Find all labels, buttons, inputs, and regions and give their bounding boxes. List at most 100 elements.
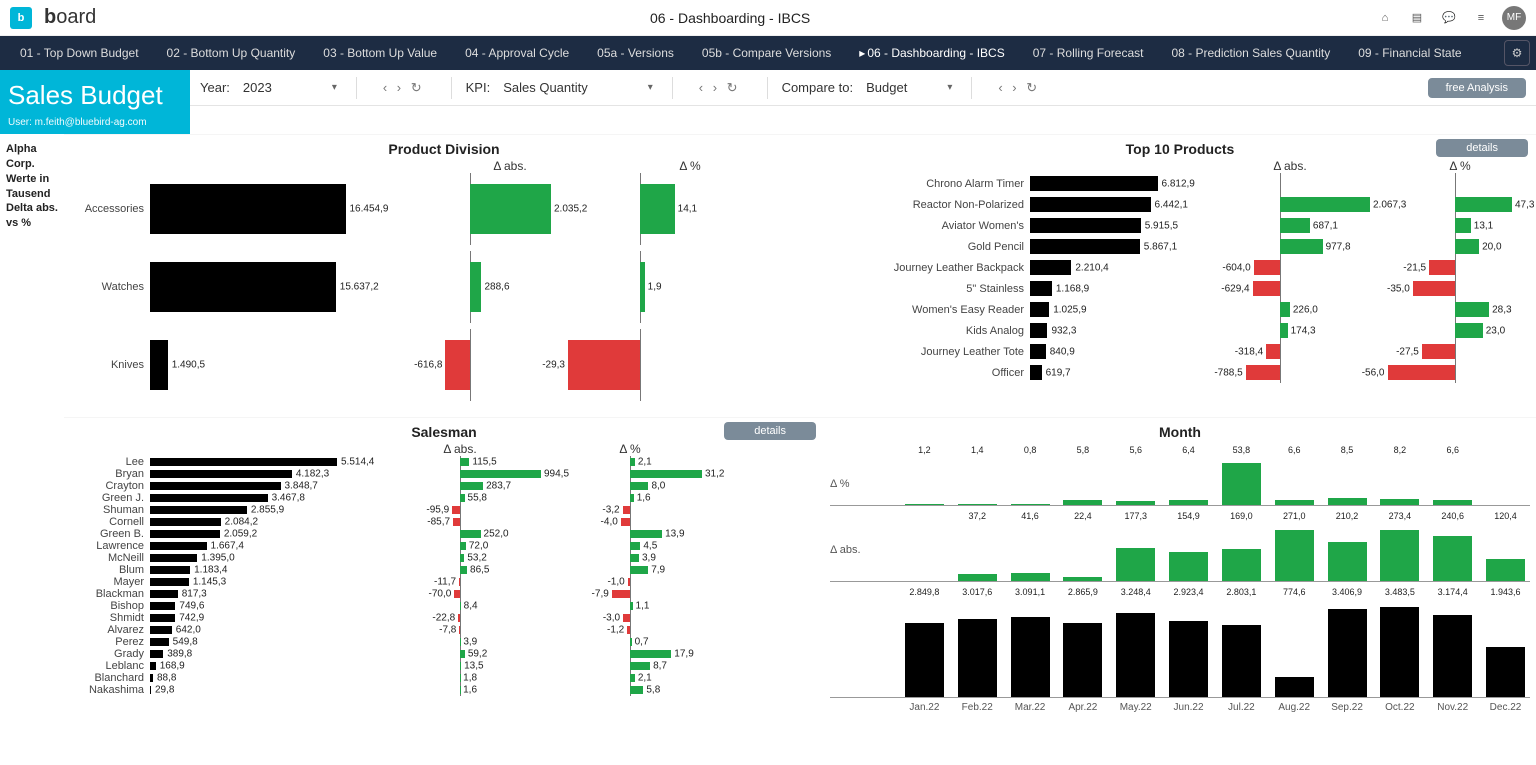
category-label: Knives — [70, 359, 150, 371]
bar-row: Green B.2.059,2252,013,9 — [70, 528, 818, 540]
month-col: 8,2 — [1375, 445, 1424, 505]
bar-row: Knives1.490,5-616,8-29,3 — [70, 329, 818, 401]
kpi-nav[interactable]: ‹ › ↻ — [699, 80, 741, 96]
category-label: Shuman — [70, 504, 150, 516]
tab[interactable]: 05a - Versions — [583, 36, 688, 70]
panel-product-division: Product Division Δ abs.Δ % Accessories16… — [64, 134, 824, 417]
month-col: 22,4 — [1058, 511, 1107, 581]
bar-row: Gold Pencil5.867,1977,820,0 — [830, 236, 1530, 257]
month-col: 3.174,4 — [1428, 587, 1477, 697]
brand-word: board — [44, 6, 96, 29]
category-label: Journey Leather Backpack — [830, 262, 1030, 274]
month-col: 240,6 — [1428, 511, 1477, 581]
avatar[interactable]: MF — [1502, 6, 1526, 30]
layers-icon[interactable]: ▤ — [1406, 7, 1428, 29]
row-label-abs: Δ abs. — [830, 544, 861, 556]
details-button[interactable]: details — [724, 422, 816, 440]
bar-row: Lee5.514,4115,52,1 — [70, 456, 818, 468]
month-col: 120,4 — [1481, 511, 1530, 581]
bar-row: 5" Stainless1.168,9-629,4-35,0 — [830, 278, 1530, 299]
category-label: Perez — [70, 636, 150, 648]
nav-tabs: 01 - Top Down Budget02 - Bottom Up Quant… — [0, 36, 1536, 70]
year-select[interactable]: 2023▾ — [238, 79, 342, 96]
month-label: Dec.22 — [1481, 698, 1530, 713]
month-col: 41,6 — [1006, 511, 1055, 581]
category-label: Leblanc — [70, 660, 150, 672]
tab[interactable]: 09 - Financial State — [1344, 36, 1475, 70]
bar-row: Blum1.183,486,57,9 — [70, 564, 818, 576]
tab[interactable]: 05b - Compare Versions — [688, 36, 845, 70]
month-label: Nov.22 — [1428, 698, 1477, 713]
bar-row: Chrono Alarm Timer6.812,9 — [830, 173, 1530, 194]
chat-icon[interactable]: 💬 — [1438, 7, 1460, 29]
year-nav[interactable]: ‹ › ↻ — [383, 80, 425, 96]
bar-row: Lawrence1.667,472,04,5 — [70, 540, 818, 552]
tab[interactable]: 07 - Rolling Forecast — [1019, 36, 1158, 70]
category-label: Crayton — [70, 480, 150, 492]
company-label: Alpha Corp. — [6, 142, 58, 172]
category-label: Mayer — [70, 576, 150, 588]
month-col: 154,9 — [1164, 511, 1213, 581]
month-col: 5,8 — [1058, 445, 1107, 505]
chart-title: Product Division — [70, 141, 818, 157]
tab[interactable]: 08 - Prediction Sales Quantity — [1157, 36, 1344, 70]
user-label: User: m.feith@bluebird-ag.com — [8, 117, 182, 128]
tab[interactable]: 03 - Bottom Up Value — [309, 36, 451, 70]
bar-row: Cornell2.084,2-85,7-4,0 — [70, 516, 818, 528]
month-label: Jun.22 — [1164, 698, 1213, 713]
category-label: Cornell — [70, 516, 150, 528]
month-col: 6,6 — [1428, 445, 1477, 505]
panel-salesman: details Salesman Δ abs.Δ % Lee5.514,4115… — [64, 417, 824, 723]
category-label: Shmidt — [70, 612, 150, 624]
month-col: 2.849,8 — [900, 587, 949, 697]
month-col: 6,4 — [1164, 445, 1213, 505]
category-label: Accessories — [70, 203, 150, 215]
compare-label: Compare to: — [782, 80, 854, 95]
category-label: Green B. — [70, 528, 150, 540]
bar-row: Women's Easy Reader1.025,9226,028,3 — [830, 299, 1530, 320]
compare-select[interactable]: Budget▾ — [861, 79, 957, 96]
bar-row: Nakashima29,81,65,8 — [70, 684, 818, 696]
settings-icon[interactable]: ⚙ — [1504, 40, 1530, 66]
category-label: Blanchard — [70, 672, 150, 684]
free-analysis-button[interactable]: free Analysis — [1428, 78, 1526, 98]
month-col: 2.803,1 — [1217, 587, 1266, 697]
kpi-select[interactable]: Sales Quantity▾ — [498, 79, 658, 96]
year-label: Year: — [200, 80, 230, 95]
bar-row: Reactor Non-Polarized6.442,12.067,347,3 — [830, 194, 1530, 215]
category-label: 5" Stainless — [830, 283, 1030, 295]
bar-row: Accessories16.454,92.035,214,1 — [70, 173, 818, 245]
tab[interactable]: 01 - Top Down Budget — [6, 36, 153, 70]
home-icon[interactable]: ⌂ — [1374, 7, 1396, 29]
category-label: Blum — [70, 564, 150, 576]
category-label: Watches — [70, 281, 150, 293]
bar-row: Shmidt742,9-22,8-3,0 — [70, 612, 818, 624]
bar-row: McNeill1.395,053,23,9 — [70, 552, 818, 564]
bar-row: Bishop749,68,41,1 — [70, 600, 818, 612]
delta-label: Delta abs. vs % — [6, 201, 58, 231]
category-label: Green J. — [70, 492, 150, 504]
category-label: Women's Easy Reader — [830, 304, 1030, 316]
month-col — [900, 521, 949, 581]
month-col: 3.091,1 — [1006, 587, 1055, 697]
menu-icon[interactable]: ≡ — [1470, 7, 1492, 29]
compare-nav[interactable]: ‹ › ↻ — [998, 80, 1040, 96]
category-label: Kids Analog — [830, 325, 1030, 337]
category-label: Bryan — [70, 468, 150, 480]
month-col: 177,3 — [1111, 511, 1160, 581]
month-label: Apr.22 — [1058, 698, 1107, 713]
month-col: 5,6 — [1111, 445, 1160, 505]
month-col: 774,6 — [1270, 587, 1319, 697]
chart-title: Month — [830, 424, 1530, 440]
bar-row: Aviator Women's5.915,5687,113,1 — [830, 215, 1530, 236]
panel-top-products: details Top 10 Products Δ abs.Δ % Chrono… — [824, 134, 1536, 417]
tab[interactable]: 02 - Bottom Up Quantity — [153, 36, 310, 70]
month-col: 271,0 — [1270, 511, 1319, 581]
month-col: 2.923,4 — [1164, 587, 1213, 697]
details-button[interactable]: details — [1436, 139, 1528, 157]
tab[interactable]: 06 - Dashboarding - IBCS — [845, 36, 1018, 70]
tab[interactable]: 04 - Approval Cycle — [451, 36, 583, 70]
month-col: 6,6 — [1270, 445, 1319, 505]
month-label: Oct.22 — [1375, 698, 1424, 713]
bar-row: Officer619,7-788,5-56,0 — [830, 362, 1530, 383]
